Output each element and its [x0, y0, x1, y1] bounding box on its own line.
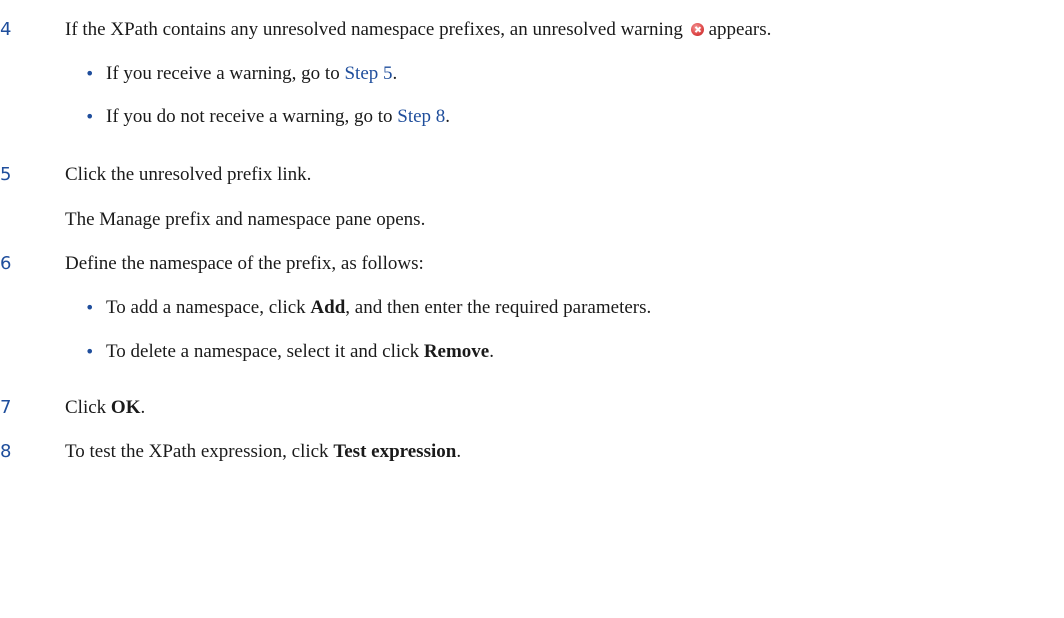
step-4-text-before: If the XPath contains any unresolved nam…: [65, 19, 683, 40]
bullet-icon: •: [85, 342, 95, 361]
test-expression-label: Test expression: [333, 441, 457, 462]
remove-label: Remove: [423, 341, 490, 362]
step-6-bullet-2: To delete a namespace, select it and cli…: [106, 341, 494, 362]
add-label: Add: [310, 297, 346, 318]
step-number-4: 4: [0, 19, 12, 40]
step-7-text: Click OK.: [65, 397, 146, 418]
step-8-link[interactable]: Step 8: [397, 106, 445, 127]
step-4-bullet-1: If you receive a warning, go to Step 5.: [106, 63, 398, 84]
step-6-bullet-1: To add a namespace, click Add, and then …: [106, 297, 652, 318]
bullet-icon: •: [85, 64, 95, 83]
step-number-5: 5: [0, 164, 12, 185]
step-5-text: Click the unresolved prefix link.: [65, 164, 312, 185]
step-8-text: To test the XPath expression, click Test…: [65, 441, 462, 462]
step-4-bullet-2: If you do not receive a warning, go to S…: [106, 106, 451, 127]
step-number-8: 8: [0, 441, 12, 462]
step-4-text-after: appears.: [708, 19, 772, 40]
ok-label: OK: [110, 397, 141, 418]
step-5-result: The Manage prefix and namespace pane ope…: [65, 209, 426, 230]
step-4-text: If the XPath contains any unresolved nam…: [65, 19, 771, 41]
step-number-6: 6: [0, 253, 12, 274]
bullet-icon: •: [85, 107, 95, 126]
step-5-link[interactable]: Step 5: [344, 63, 392, 84]
step-number-7: 7: [0, 397, 12, 418]
warning-icon: [690, 23, 704, 36]
step-6-text: Define the namespace of the prefix, as f…: [65, 253, 424, 274]
bullet-icon: •: [85, 298, 95, 317]
